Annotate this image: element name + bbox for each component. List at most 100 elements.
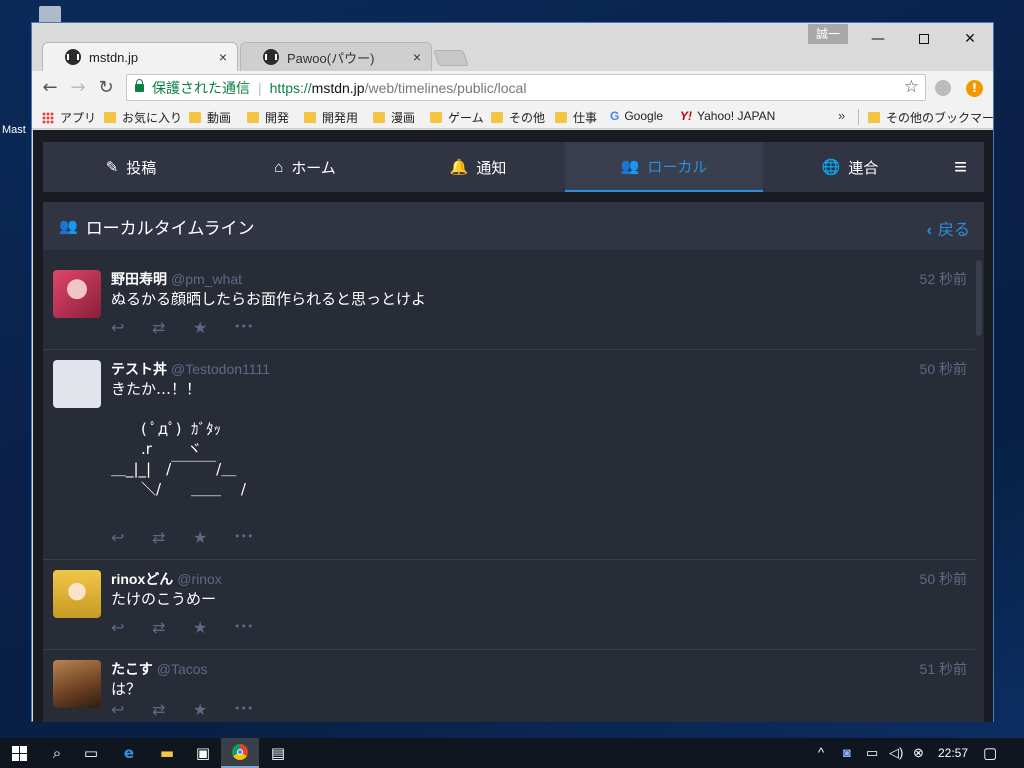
boost-icon[interactable]: ⇄ (152, 318, 193, 337)
more-icon[interactable]: ••• (234, 528, 275, 547)
status-time[interactable]: 52 秒前 (920, 269, 967, 289)
reply-icon[interactable]: ↩ (111, 700, 152, 719)
extension-icon[interactable] (935, 80, 951, 96)
bookmark-folder[interactable]: 仕事 (555, 109, 597, 126)
mastodon-favicon-icon (65, 49, 81, 65)
tab-home[interactable]: ⌂ ホーム (219, 142, 391, 192)
clock[interactable]: 22:57 (938, 746, 968, 760)
task-view-icon[interactable]: ▭ (72, 738, 110, 768)
status-item[interactable]: たこす @Tacos 51 秒前 は？ ↩ ⇄ ★ ••• (43, 650, 975, 722)
status-author[interactable]: テスト丼 @Testodon1111 (111, 359, 270, 379)
reply-icon[interactable]: ↩ (111, 618, 152, 637)
status-author[interactable]: rinoxどん @rinox (111, 569, 222, 589)
back-button[interactable]: ← (40, 78, 60, 98)
bookmark-folder[interactable]: 漫画 (373, 109, 415, 126)
status-item[interactable]: rinoxどん @rinox 50 秒前 たけのこうめー ↩ ⇄ ★ ••• (43, 560, 975, 650)
tab-notifications[interactable]: 🔔 通知 (391, 142, 565, 192)
status-content: は？ (111, 680, 142, 698)
status-author[interactable]: 野田寿明 @pm_what (111, 269, 242, 289)
more-icon[interactable]: ••• (234, 700, 275, 719)
avatar[interactable] (53, 360, 101, 408)
tab-label: 投稿 (126, 159, 157, 177)
close-window-button[interactable]: ✕ (947, 27, 993, 51)
star-icon[interactable]: ★ (193, 528, 234, 547)
avatar[interactable] (53, 270, 101, 318)
status-time[interactable]: 50 秒前 (920, 569, 967, 589)
bookmark-folder[interactable]: 動画 (189, 109, 231, 126)
star-icon[interactable]: ★ (193, 318, 234, 337)
status-item[interactable]: テスト丼 @Testodon1111 50 秒前 きたか…！！ ( ﾟдﾟ) ｶﾞ… (43, 350, 975, 560)
maximize-icon (919, 34, 929, 44)
warning-icon[interactable]: ! (966, 80, 983, 97)
remote-desktop-icon[interactable]: ▤ (259, 738, 297, 768)
reload-button[interactable]: ↻ (96, 78, 116, 98)
desktop-icon-label: Mast (2, 124, 26, 136)
boost-icon[interactable]: ⇄ (152, 700, 193, 719)
star-icon[interactable]: ★ (193, 700, 234, 719)
boost-icon[interactable]: ⇄ (152, 618, 193, 637)
new-tab-button[interactable] (433, 50, 469, 66)
bookmark-folder[interactable]: 開発用 (304, 109, 358, 126)
tray-overflow-icon[interactable]: ^ (818, 745, 824, 760)
bookmark-folder[interactable]: ゲーム (430, 109, 484, 126)
status-author[interactable]: たこす @Tacos (111, 659, 208, 679)
column-title: ローカルタイムライン (85, 218, 255, 238)
more-icon[interactable]: ••• (234, 318, 275, 337)
action-center-icon[interactable]: ▢ (983, 744, 997, 762)
status-time[interactable]: 51 秒前 (920, 659, 967, 679)
tab-close-icon[interactable]: × (413, 49, 421, 65)
bluetooth-icon[interactable]: ◙ (843, 745, 851, 760)
boost-icon[interactable]: ⇄ (152, 528, 193, 547)
search-icon[interactable]: ⌕ (38, 738, 76, 768)
start-button[interactable] (0, 738, 38, 768)
bookmark-label: 漫画 (391, 111, 416, 125)
edge-icon[interactable]: e (110, 738, 148, 768)
yahoo-icon: Y! (680, 109, 692, 123)
more-icon[interactable]: ••• (234, 618, 275, 637)
menu-button[interactable]: ≡ (937, 142, 984, 192)
chrome-icon[interactable] (221, 738, 259, 768)
star-icon[interactable]: ★ (193, 618, 234, 637)
url-path: /web/timelines/public/local (364, 79, 527, 96)
profile-badge[interactable]: 誠一 (808, 24, 848, 44)
maximize-button[interactable] (901, 27, 947, 51)
bookmark-apps[interactable]: アプリ (42, 109, 96, 126)
timeline-scrollbar[interactable] (976, 260, 982, 722)
tab-title: Pawoo(パウー) (287, 50, 375, 66)
bookmark-folder[interactable]: 開発 (247, 109, 289, 126)
bookmark-folder[interactable]: その他 (491, 109, 545, 126)
ime-icon[interactable]: ⊗ (913, 745, 924, 761)
secure-label: 保護された通信 (152, 79, 250, 96)
minimize-button[interactable]: — (855, 27, 901, 51)
reply-icon[interactable]: ↩ (111, 318, 152, 337)
bookmarks-overflow-button[interactable]: » (838, 108, 845, 123)
tab-close-icon[interactable]: × (219, 49, 227, 65)
bookmark-yahoo[interactable]: Y! Yahoo! JAPAN (680, 109, 775, 123)
bookmark-google[interactable]: G Google (610, 109, 663, 123)
other-bookmarks[interactable]: その他のブックマーク (868, 109, 1006, 126)
tab-local[interactable]: 👥 ローカル (565, 142, 763, 192)
scrollbar-thumb[interactable] (976, 260, 982, 336)
address-bar[interactable]: 保護された通信 | https:// mstdn.jp /web/timelin… (126, 74, 926, 101)
back-link[interactable]: ‹ 戻る (927, 216, 970, 240)
tab-label: ローカル (647, 158, 708, 176)
store-icon[interactable]: ▣ (184, 738, 222, 768)
tab-mstdn[interactable]: mstdn.jp × (42, 42, 238, 71)
bookmark-label: その他 (509, 111, 546, 125)
bookmark-star-icon[interactable]: ☆ (904, 77, 919, 97)
network-icon[interactable]: ▭ (866, 745, 878, 761)
avatar[interactable] (53, 660, 101, 708)
tab-compose[interactable]: ✎ 投稿 (43, 142, 219, 192)
folder-icon (868, 112, 880, 123)
tab-federated[interactable]: 🌐 連合 (763, 142, 937, 192)
volume-icon[interactable]: ◁) (889, 745, 903, 761)
avatar[interactable] (53, 570, 101, 618)
bookmark-folder[interactable]: お気に入り (104, 109, 182, 126)
display-name: テスト丼 (111, 361, 167, 377)
tab-pawoo[interactable]: Pawoo(パウー) × (240, 42, 432, 71)
status-time[interactable]: 50 秒前 (920, 359, 967, 379)
status-item[interactable]: 野田寿明 @pm_what 52 秒前 ぬるかる顔晒したらお面作られると思っとけよ… (43, 260, 975, 350)
file-explorer-icon[interactable]: ▬ (148, 738, 186, 768)
reply-icon[interactable]: ↩ (111, 528, 152, 547)
forward-button[interactable]: → (68, 78, 88, 98)
